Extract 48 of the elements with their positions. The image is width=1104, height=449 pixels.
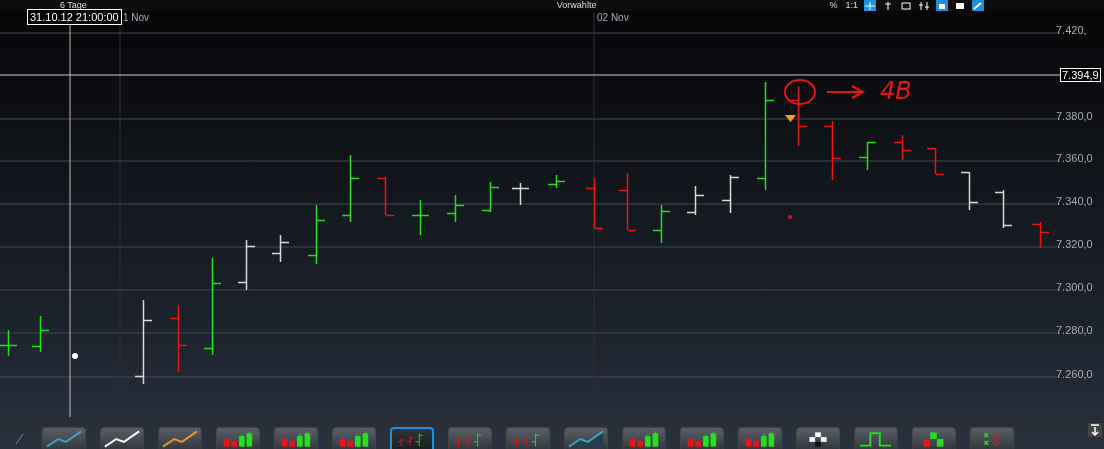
- box-icon[interactable]: [936, 0, 948, 11]
- block-chart-button[interactable]: [796, 427, 840, 449]
- preset-label: Vorwahlte: [556, 0, 597, 11]
- bar-chart-button[interactable]: [506, 427, 550, 449]
- range-dropdown[interactable]: 6 Tage: [60, 0, 87, 11]
- crosshair-time-label: 31.10.12 21:00:00: [27, 9, 122, 25]
- price-axis-label: 7.360,0: [1056, 152, 1094, 164]
- line-chart-icon: [103, 429, 141, 448]
- scale-button[interactable]: 1:1: [845, 0, 858, 11]
- price-axis-label: 7.300,0: [1056, 281, 1094, 293]
- area-chart-button[interactable]: [564, 427, 608, 449]
- bar-chart-button[interactable]: [390, 427, 434, 449]
- line-chart-icon: [161, 429, 199, 448]
- price-axis-label: 7.340,0: [1056, 195, 1094, 207]
- price-axis-label: 7.320,0: [1056, 238, 1094, 250]
- price-axis-label: 7.380,0: [1056, 110, 1094, 122]
- date-axis-label: 02 Nov: [597, 12, 629, 23]
- candlestick-chart-button[interactable]: [216, 427, 260, 449]
- candlestick-chart-button[interactable]: [622, 427, 666, 449]
- step-chart-button[interactable]: [854, 427, 898, 449]
- line-chart-icon: [45, 429, 83, 448]
- crosshair-icon[interactable]: [864, 0, 876, 11]
- pen-icon[interactable]: [972, 0, 984, 11]
- candlestick-chart-button[interactable]: [680, 427, 724, 449]
- price-axis-label: 7.260,0: [1056, 368, 1094, 380]
- triangle-marker-icon: [785, 115, 796, 122]
- point-figure-chart-button[interactable]: [970, 427, 1014, 449]
- marker-dot-icon: [788, 215, 792, 219]
- line-chart-button[interactable]: [158, 427, 202, 449]
- candlestick-chart-button[interactable]: [738, 427, 782, 449]
- download-icon[interactable]: [1088, 423, 1102, 437]
- area-chart-icon: [567, 429, 605, 448]
- last-price-label: 7.394,9: [1060, 68, 1101, 82]
- price-axis-label: 7.420,: [1056, 24, 1088, 36]
- filter-icon[interactable]: [918, 0, 930, 11]
- pin-icon[interactable]: [882, 0, 894, 11]
- cursor-dot-icon: [72, 353, 78, 359]
- handwritten-note: 4B: [880, 77, 912, 105]
- bar-chart-button[interactable]: [448, 427, 492, 449]
- line-chart-button[interactable]: [100, 427, 144, 449]
- square-icon[interactable]: [954, 0, 966, 11]
- candlestick-chart-button[interactable]: [274, 427, 318, 449]
- price-axis-label: 7.280,0: [1056, 324, 1094, 336]
- percent-button[interactable]: %: [827, 0, 840, 11]
- date-axis-label: 1 Nov: [123, 12, 150, 23]
- candlestick-chart-button[interactable]: [332, 427, 376, 449]
- block-chart-button[interactable]: [912, 427, 956, 449]
- window-icon[interactable]: [900, 0, 912, 11]
